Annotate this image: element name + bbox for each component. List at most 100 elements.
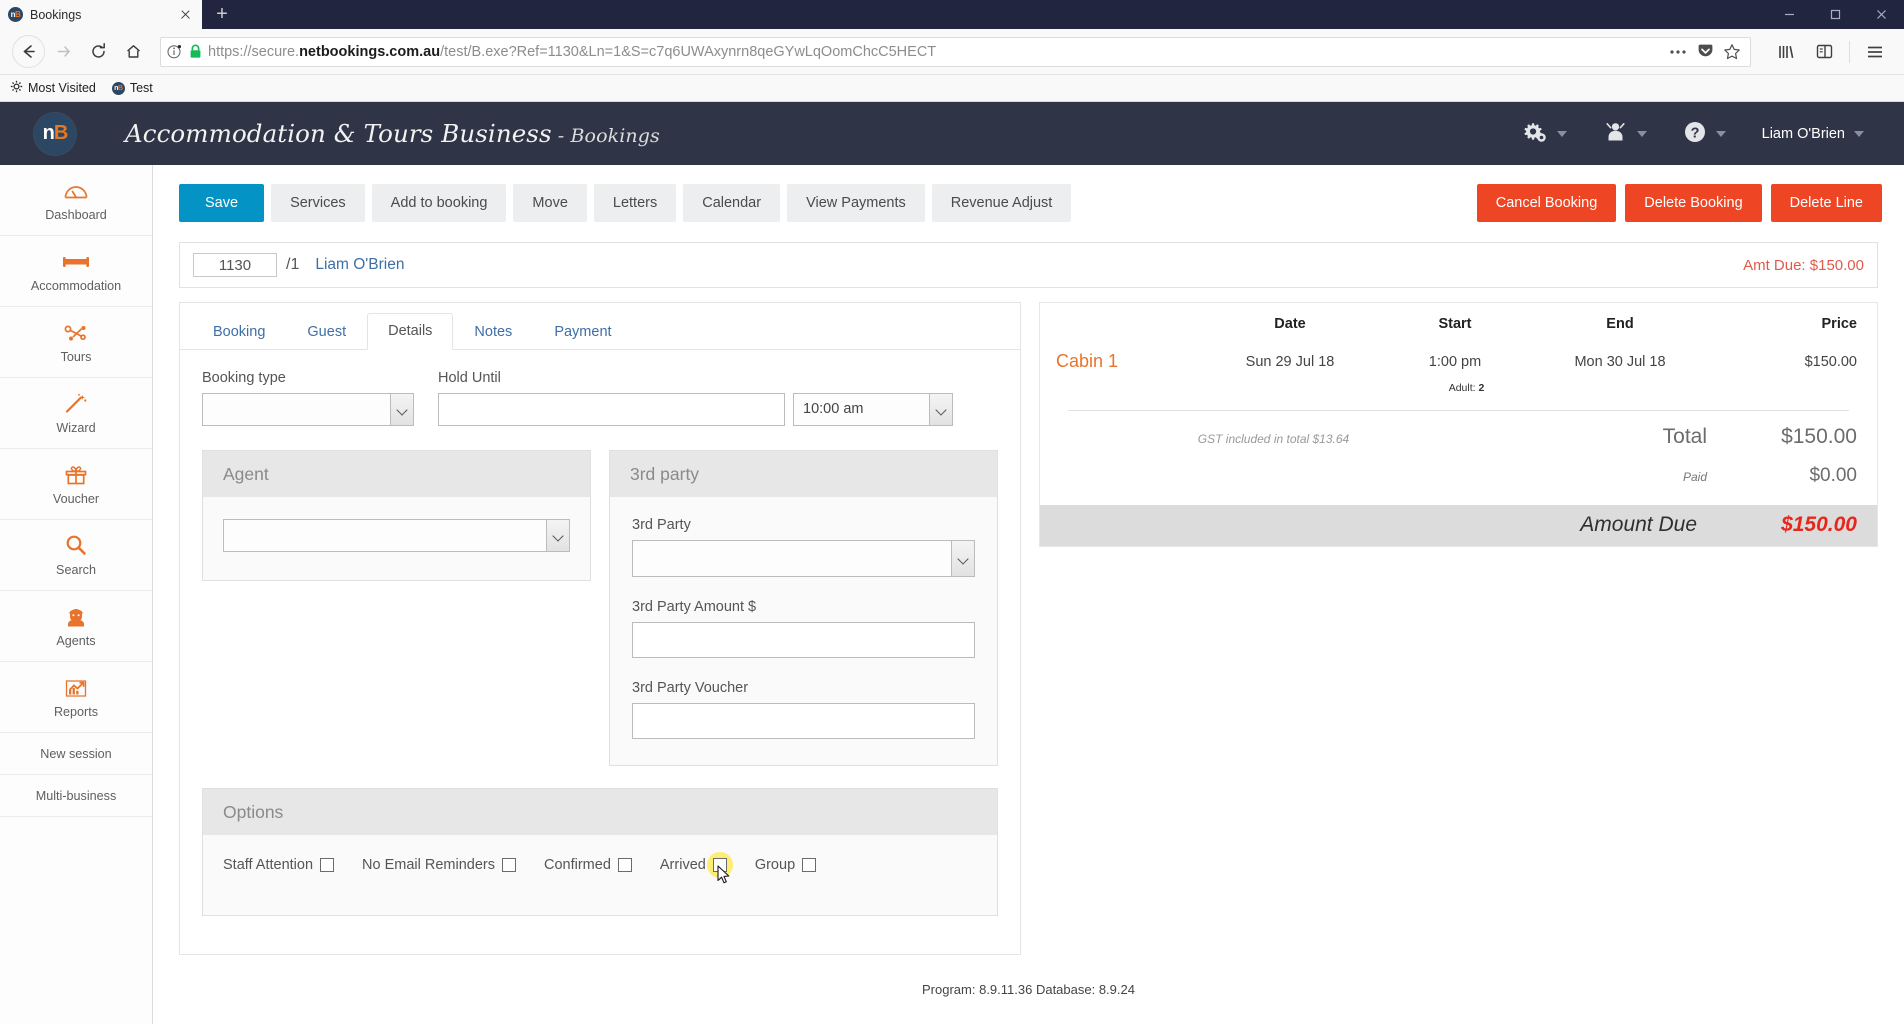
booking-type-group: Booking type	[202, 370, 414, 426]
bookmark-test[interactable]: nB Test	[111, 81, 153, 95]
booking-type-select[interactable]	[202, 393, 414, 426]
close-icon[interactable]	[176, 6, 194, 24]
settings-menu[interactable]	[1504, 120, 1585, 148]
maximize-icon[interactable]	[1812, 0, 1858, 29]
col-item	[1040, 303, 1200, 345]
browser-tab[interactable]: nB Bookings	[0, 0, 202, 29]
sidebar-item-voucher[interactable]: Voucher	[0, 449, 152, 520]
sidebar-item-new-session[interactable]: New session	[0, 733, 152, 775]
sidebar-item-wizard[interactable]: Wizard	[0, 378, 152, 449]
amount-due-row: Amount Due $150.00	[1040, 505, 1877, 546]
more-icon[interactable]	[1668, 48, 1688, 56]
action-toolbar: Save Services Add to booking Move Letter…	[153, 165, 1904, 222]
url-bar[interactable]: https://secure.netbookings.com.au/test/B…	[160, 36, 1751, 67]
forward-arrow-icon[interactable]	[47, 35, 80, 68]
letters-button[interactable]: Letters	[593, 184, 677, 222]
add-to-booking-button[interactable]: Add to booking	[371, 184, 507, 222]
back-arrow-icon[interactable]	[12, 35, 45, 68]
agent-select[interactable]	[223, 519, 570, 552]
checkbox-confirmed[interactable]: Confirmed	[544, 857, 632, 873]
tab-title: Bookings	[30, 7, 82, 22]
reload-icon[interactable]	[82, 35, 115, 68]
third-party-select[interactable]	[632, 540, 975, 577]
sidebar-item-label: Search	[56, 562, 96, 577]
star-gear-icon	[10, 80, 23, 96]
col-start: Start	[1438, 316, 1472, 332]
cancel-booking-button[interactable]: Cancel Booking	[1476, 184, 1617, 222]
hold-until-input[interactable]	[438, 393, 785, 426]
sidebar: Dashboard Accommodation Tours Wizard Vou…	[0, 165, 153, 1024]
calendar-button[interactable]: Calendar	[683, 184, 781, 222]
sidebar-item-reports[interactable]: Reports	[0, 662, 152, 733]
new-tab-button[interactable]: +	[202, 0, 242, 29]
services-button[interactable]: Services	[271, 184, 365, 222]
checkbox-group[interactable]: Group	[755, 857, 817, 873]
pocket-icon[interactable]	[1697, 43, 1714, 60]
user-admin-menu[interactable]	[1585, 120, 1665, 148]
bookmark-star-icon[interactable]	[1723, 43, 1741, 61]
sidebar-item-dashboard[interactable]: Dashboard	[0, 165, 152, 236]
booking-type-label: Booking type	[202, 370, 286, 386]
sidebar-item-label: New session	[40, 746, 112, 761]
save-button[interactable]: Save	[179, 184, 265, 222]
third-party-panel: 3rd party 3rd Party 3rd Party Amount $ 3…	[609, 450, 998, 766]
checkbox-box[interactable]	[802, 858, 817, 872]
move-button[interactable]: Move	[513, 184, 587, 222]
total-label: Total	[1662, 425, 1707, 448]
total-row: GST included in total $13.64 Total $150.…	[1040, 425, 1877, 449]
amount-due-value: $150.00	[1781, 513, 1857, 536]
checkbox-staff-attention[interactable]: Staff Attention	[223, 857, 335, 873]
sidebar-item-label: Tours	[60, 349, 92, 364]
table-row[interactable]: Cabin 1 Sun 29 Jul 18 1:00 pm Mon 30 Jul…	[1040, 345, 1877, 378]
sidebar-item-label: Multi-business	[35, 788, 117, 803]
sidebar-item-accommodation[interactable]: Accommodation	[0, 236, 152, 307]
booking-line-number: /1	[286, 256, 300, 273]
username-label: Liam O'Brien	[1761, 125, 1845, 142]
sidebar-item-multi-business[interactable]: Multi-business	[0, 775, 152, 817]
third-party-voucher-input[interactable]	[632, 703, 975, 739]
sidebar-item-agents[interactable]: Agents	[0, 591, 152, 662]
tab-payment[interactable]: Payment	[533, 313, 632, 350]
user-menu[interactable]: Liam O'Brien	[1744, 126, 1882, 142]
panels-row: Agent 3rd party 3rd Party 3rd Party Amou…	[180, 426, 1020, 766]
third-party-amount-label: 3rd Party Amount $	[632, 599, 757, 615]
close-icon[interactable]	[1858, 0, 1904, 29]
sidebar-item-label: Agents	[56, 633, 96, 648]
checkbox-box[interactable]	[320, 858, 335, 872]
nb-logo-icon[interactable]: nB	[34, 112, 76, 155]
tab-booking[interactable]: Booking	[192, 313, 286, 350]
checkbox-box[interactable]	[502, 858, 516, 872]
navigation-bar: https://secure.netbookings.com.au/test/B…	[0, 29, 1904, 75]
checkbox-no-email-reminders[interactable]: No Email Reminders	[362, 857, 516, 873]
tab-guest[interactable]: Guest	[286, 313, 367, 350]
checkbox-arrived[interactable]: Arrived	[660, 852, 733, 884]
delete-line-button[interactable]: Delete Line	[1770, 184, 1882, 222]
home-icon[interactable]	[117, 35, 150, 68]
hamburger-menu-icon[interactable]	[1858, 35, 1892, 68]
sidebar-icon[interactable]	[1807, 35, 1841, 68]
tab-details[interactable]: Details	[367, 313, 454, 350]
bed-icon	[62, 250, 90, 274]
hold-time-select[interactable]: 10:00 am	[793, 393, 953, 426]
total-value: $150.00	[1781, 425, 1857, 448]
bookmark-most-visited[interactable]: Most Visited	[10, 80, 96, 96]
revenue-adjust-button[interactable]: Revenue Adjust	[931, 184, 1072, 222]
sidebar-item-tours[interactable]: Tours	[0, 307, 152, 378]
library-icon[interactable]	[1769, 35, 1803, 68]
delete-booking-button[interactable]: Delete Booking	[1625, 184, 1762, 222]
url-text: https://secure.netbookings.com.au/test/B…	[208, 43, 937, 60]
page-info-icon[interactable]	[167, 44, 183, 60]
booking-ref-input[interactable]	[193, 253, 277, 277]
third-party-amount-input[interactable]	[632, 622, 975, 658]
guest-name-link[interactable]: Liam O'Brien	[315, 256, 404, 274]
view-payments-button[interactable]: View Payments	[787, 184, 925, 222]
row-item[interactable]: Cabin 1	[1040, 345, 1200, 378]
minimize-icon[interactable]	[1766, 0, 1812, 29]
sidebar-item-label: Voucher	[52, 491, 100, 506]
checkbox-box[interactable]	[617, 858, 632, 872]
sidebar-item-search[interactable]: Search	[0, 520, 152, 591]
help-menu[interactable]: ?	[1665, 120, 1744, 148]
tab-notes[interactable]: Notes	[453, 313, 533, 350]
magic-wand-icon	[64, 392, 88, 416]
pax-value: 2	[1478, 382, 1485, 394]
